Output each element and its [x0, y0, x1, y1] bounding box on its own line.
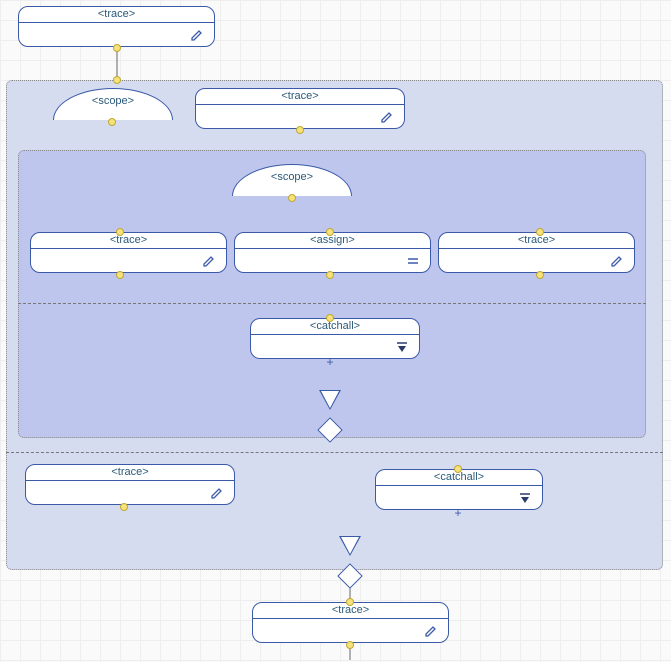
port-dot: [536, 228, 544, 236]
merge-triangle-outer: [339, 536, 361, 556]
port-dot: [346, 598, 354, 606]
node-divider: [196, 104, 404, 105]
trace-node-top[interactable]: <trace>: [18, 6, 215, 47]
pen-icon: [202, 254, 216, 268]
port-dot: [326, 271, 334, 279]
trace-node-bottom[interactable]: <trace>: [252, 602, 449, 643]
merge-triangle-inner: [319, 390, 341, 410]
catchall-node-inner[interactable]: <catchall>: [250, 318, 420, 359]
assign-node[interactable]: <assign>: [234, 232, 431, 273]
node-label: <trace>: [439, 234, 634, 246]
node-divider: [251, 334, 419, 335]
trace-node-inner-left[interactable]: <trace>: [30, 232, 227, 273]
node-divider: [19, 22, 214, 23]
pen-icon: [190, 28, 204, 42]
node-label: <catchall>: [251, 320, 419, 332]
node-divider: [376, 485, 542, 486]
port-dot: [296, 126, 304, 134]
node-divider: [439, 248, 634, 249]
pen-icon: [610, 254, 624, 268]
node-divider: [26, 480, 234, 481]
node-label: <trace>: [31, 234, 226, 246]
port-dot: [454, 465, 462, 473]
node-label: <trace>: [19, 8, 214, 20]
equals-icon: [406, 254, 420, 268]
outer-region-separator: [6, 452, 663, 453]
port-dot: [116, 228, 124, 236]
port-dot: [346, 641, 354, 649]
port-dot: [113, 44, 121, 52]
trace-node-outer[interactable]: <trace>: [195, 88, 405, 129]
scope-node-outer[interactable]: <scope>: [53, 88, 173, 120]
node-divider: [235, 248, 430, 249]
node-label: <trace>: [196, 90, 404, 102]
node-label: <scope>: [54, 89, 172, 107]
node-divider: [253, 618, 448, 619]
plus-icon[interactable]: +: [325, 357, 335, 367]
pen-icon: [210, 486, 224, 500]
node-divider: [31, 248, 226, 249]
pen-icon: [424, 624, 438, 638]
trace-node-inner-right[interactable]: <trace>: [438, 232, 635, 273]
pen-icon: [380, 110, 394, 124]
scope-node-inner[interactable]: <scope>: [232, 164, 352, 196]
catchall-node-lower[interactable]: <catchall>: [375, 469, 543, 510]
collapse-icon[interactable]: [518, 491, 532, 505]
port-dot: [116, 271, 124, 279]
trace-node-lower[interactable]: <trace>: [25, 464, 235, 505]
node-label: <scope>: [233, 165, 351, 183]
port-dot: [536, 271, 544, 279]
inner-region-separator: [18, 303, 646, 304]
plus-icon[interactable]: +: [453, 508, 463, 518]
port-dot: [120, 503, 128, 511]
port-dot: [326, 314, 334, 322]
port-dot: [288, 194, 296, 202]
port-dot: [326, 228, 334, 236]
port-dot: [108, 118, 116, 126]
node-label: <assign>: [235, 234, 430, 246]
node-label: <trace>: [26, 466, 234, 478]
collapse-icon[interactable]: [395, 340, 409, 354]
port-dot: [113, 76, 121, 84]
